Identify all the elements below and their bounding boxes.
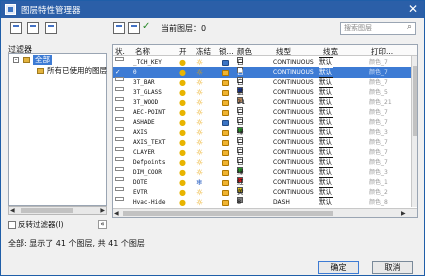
search-placeholder: 搜索图层 [344,24,372,32]
scroll-thumb[interactable] [123,211,333,216]
lock-icon[interactable] [222,120,229,126]
scroll-left-icon[interactable]: ◀ [114,210,119,217]
set-current-icon[interactable]: ✓ [142,20,150,34]
invert-filter-checkbox[interactable]: 反转过滤器(I) [8,220,64,230]
unlock-icon[interactable] [222,90,229,96]
collapse-pane-button[interactable]: « [98,220,107,229]
new-property-filter-icon[interactable] [10,22,22,34]
scroll-right-icon[interactable]: ▶ [100,207,105,214]
bulb-on-icon[interactable]: ● [179,197,186,208]
folder-icon [23,57,30,63]
new-group-filter-icon[interactable] [27,22,39,34]
filter-tree: - 全部 所有已使用的图层 [8,53,107,206]
status-text: 全部: 显示了 41 个图层, 共 41 个图层 [8,239,145,248]
unlock-icon[interactable] [222,180,229,186]
folder-icon [37,68,44,74]
unlock-icon[interactable] [222,70,229,76]
unlock-icon[interactable] [222,150,229,156]
unlock-icon[interactable] [222,80,229,86]
layer-linetype[interactable]: DASH [273,197,290,208]
col-status[interactable]: 状. [115,46,125,57]
unlock-icon[interactable] [222,170,229,176]
layer-name[interactable]: Hvac-Hide [133,197,166,208]
app-icon [5,4,16,15]
col-linetype[interactable]: 线型 [276,46,291,57]
delete-layer-icon[interactable] [128,22,140,34]
filter-node-used[interactable]: 所有已使用的图层 [47,66,107,76]
checkbox-box[interactable] [8,221,16,229]
layer-row[interactable]: Hvac-Hide ● ☼ 8 DASH 默认 颜色_8 [113,197,411,208]
lock-icon[interactable] [222,60,229,66]
unlock-icon[interactable] [222,140,229,146]
expand-toggle[interactable]: - [13,57,19,63]
unlock-icon[interactable] [222,190,229,196]
window-title: 图层特性管理器 [21,6,81,16]
invert-filter-label: 反转过滤器(I) [18,220,64,229]
new-layer-icon[interactable] [113,22,125,34]
scroll-thumb[interactable] [413,66,417,136]
lineweight-value: 默认 [319,198,332,206]
col-freeze[interactable]: 冻结 [196,46,211,57]
layer-grid: 状. 名称 开 冻结 锁... 颜色 线型 线宽 打印... _TCH_KEY ●… [112,44,418,218]
grid-horizontal-scrollbar[interactable]: ◀ ▶ [113,208,417,217]
unlock-icon[interactable] [222,160,229,166]
color-name: 8 [237,198,242,206]
current-layer-label: 当前图层：0 [161,24,207,33]
layer-properties-dialog: 图层特性管理器 ✕ ✓ 当前图层：0 搜索图层 ⌕ 过滤器 - 全部 所有已使用… [0,0,425,276]
search-icon: ⌕ [406,22,412,32]
col-lock[interactable]: 锁... [219,46,234,57]
ok-button[interactable]: 确定 [318,261,359,274]
filter-node-all[interactable]: 全部 [33,55,52,65]
grid-vertical-scrollbar[interactable] [411,56,417,207]
title-bar: 图层特性管理器 ✕ [1,1,424,18]
col-plot-style[interactable]: 打印... [371,46,393,57]
scroll-thumb[interactable] [21,208,73,213]
col-lineweight[interactable]: 线宽 [323,46,338,57]
layer-states-manager-icon[interactable] [45,22,57,34]
layer-plot-style[interactable]: 颜色_8 [369,197,388,208]
close-icon[interactable]: ✕ [408,2,418,16]
unlock-icon[interactable] [222,200,229,206]
scroll-right-icon[interactable]: ▶ [401,210,406,217]
scroll-left-icon[interactable]: ◀ [10,207,15,214]
cancel-button[interactable]: 取消 [372,261,413,274]
search-input[interactable]: 搜索图层 ⌕ [340,22,416,35]
grid-header: 状. 名称 开 冻结 锁... 颜色 线型 线宽 打印... [113,45,417,56]
unlock-icon[interactable] [222,130,229,136]
filter-scrollbar[interactable]: ◀ ▶ [8,206,107,215]
col-color[interactable]: 颜色 [237,46,252,57]
col-name[interactable]: 名称 [135,46,150,57]
unlock-icon[interactable] [222,100,229,106]
sun-icon[interactable]: ☼ [196,197,203,208]
unlock-icon[interactable] [222,110,229,116]
col-on[interactable]: 开 [179,46,187,57]
